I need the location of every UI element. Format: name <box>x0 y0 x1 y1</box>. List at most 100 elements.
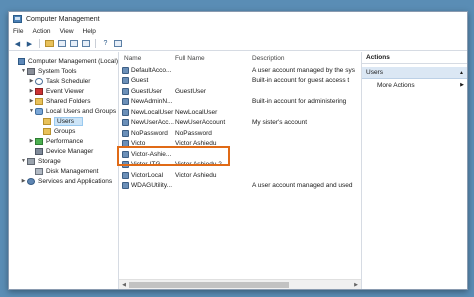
users-list: DefaultAcco... A user account managed by … <box>119 65 361 191</box>
user-name: Guest <box>131 77 149 85</box>
tree-item-label: Performance <box>46 137 84 145</box>
tree-item-label: Users <box>54 116 83 126</box>
expanded-arrow-icon[interactable]: ▼ <box>28 108 35 114</box>
toolbar-separator <box>95 39 96 48</box>
users-list-pane: Name Full Name Description DefaultAcco..… <box>117 52 362 289</box>
menu-help[interactable]: Help <box>83 28 96 35</box>
more-actions-item[interactable]: More Actions ▶ <box>362 79 467 91</box>
export-list-icon[interactable] <box>81 40 90 47</box>
perf-icon <box>35 137 43 145</box>
horizontal-scrollbar[interactable]: ◀ ▶ <box>119 279 361 289</box>
tree-item[interactable]: ▶ Task Scheduler <box>9 76 118 86</box>
folder-icon <box>35 97 43 105</box>
column-header-description[interactable]: Description <box>252 55 370 62</box>
users-icon <box>35 107 43 115</box>
user-row[interactable]: NewLocalUser NewLocalUser <box>119 107 361 118</box>
scroll-right-icon[interactable]: ▶ <box>351 280 361 290</box>
collapsed-arrow-icon[interactable]: ▶ <box>28 98 35 104</box>
column-header-name[interactable]: Name <box>124 55 179 62</box>
user-row[interactable]: NewAdminN... Built-in account for adminis… <box>119 97 361 108</box>
user-icon <box>122 87 129 95</box>
collapsed-arrow-icon[interactable]: ▶ <box>28 88 35 94</box>
user-row[interactable]: Victo Victor Ashiedu <box>119 139 361 150</box>
tree-item-label: System Tools <box>38 67 77 75</box>
tree-item[interactable]: Users <box>9 116 118 126</box>
toolbar-separator <box>39 39 40 48</box>
user-row[interactable]: DefaultAcco... A user account managed by … <box>119 65 361 76</box>
user-name: Victor-Ashie... <box>131 150 172 158</box>
tree-item-label: Local Users and Groups <box>46 107 117 115</box>
user-name: Victo <box>131 140 146 148</box>
tree-item-label: Disk Management <box>46 167 99 175</box>
user-icon <box>122 98 129 106</box>
show-hide-tree-icon[interactable] <box>57 40 66 47</box>
expanded-arrow-icon[interactable]: ▼ <box>20 158 27 164</box>
user-icon <box>122 66 129 74</box>
user-description: A user account managed and used <box>252 182 353 190</box>
collapsed-arrow-icon[interactable]: ▶ <box>20 178 27 184</box>
user-icon <box>122 171 129 179</box>
scroll-thumb[interactable] <box>129 281 289 288</box>
tree-item[interactable]: Disk Management <box>9 166 118 176</box>
user-row[interactable]: Guest Built-in account for guest access t <box>119 76 361 87</box>
user-icon <box>122 150 129 158</box>
tree-item[interactable]: ▶ Shared Folders <box>9 96 118 106</box>
help-icon[interactable]: ? <box>101 39 110 48</box>
tree-item[interactable]: Groups <box>9 126 118 136</box>
chevron-right-icon: ▶ <box>460 82 464 88</box>
tree-item[interactable]: ▼ Storage <box>9 156 118 166</box>
user-full-name: GuestUser <box>175 87 207 95</box>
user-name: Victor-ITG <box>131 161 161 169</box>
user-description: Built-in account for administering <box>252 98 347 106</box>
user-name: GuestUser <box>131 87 163 95</box>
user-icon <box>122 182 129 190</box>
collapsed-arrow-icon[interactable]: ▶ <box>28 138 35 144</box>
menu-action[interactable]: Action <box>32 28 50 35</box>
toolbar: ◀ ▶ ? <box>9 37 467 51</box>
user-row[interactable]: VictorLocal Victor Ashiedu <box>119 170 361 181</box>
expanded-arrow-icon[interactable]: ▼ <box>20 68 27 74</box>
user-row[interactable]: Victor-ITG Victor Ashiedu 2 <box>119 160 361 171</box>
tree-item[interactable]: Device Manager <box>9 146 118 156</box>
more-actions-label: More Actions <box>377 81 415 89</box>
main-area: Computer Management (Local) ▼ System Tools… <box>9 52 467 289</box>
device-icon <box>35 147 43 155</box>
actions-section-users[interactable]: Users ▲ <box>362 67 467 79</box>
chevron-up-icon[interactable]: ▲ <box>459 70 464 76</box>
user-name: VictorLocal <box>131 171 164 179</box>
user-icon <box>122 161 129 169</box>
tree-item[interactable]: Computer Management (Local) <box>9 56 118 66</box>
refresh-icon[interactable] <box>69 40 78 47</box>
user-icon <box>122 140 129 148</box>
folder-icon <box>43 127 51 135</box>
forward-arrow-icon[interactable]: ▶ <box>25 39 34 48</box>
menu-bar: File Action View Help <box>9 26 467 37</box>
user-row[interactable]: NewUserAcc... NewUserAccount My sister's a… <box>119 118 361 129</box>
menu-view[interactable]: View <box>60 28 74 35</box>
user-full-name: NoPassword <box>175 129 212 137</box>
user-row[interactable]: Victor-Ashie... <box>119 149 361 160</box>
list-header: Name Full Name Description <box>119 52 361 65</box>
column-header-full-name[interactable]: Full Name <box>175 55 250 62</box>
collapsed-arrow-icon[interactable]: ▶ <box>28 78 35 84</box>
tree-item-label: Storage <box>38 157 61 165</box>
tree-item[interactable]: ▼ System Tools <box>9 66 118 76</box>
user-row[interactable]: NoPassword NoPassword <box>119 128 361 139</box>
tree-item[interactable]: ▶ Performance <box>9 136 118 146</box>
user-row[interactable]: WDAGUtility... A user account managed and… <box>119 181 361 192</box>
tools-icon <box>27 67 35 75</box>
tree-item[interactable]: ▶ Event Viewer <box>9 86 118 96</box>
computer-management-window: Computer Management File Action View Hel… <box>8 11 468 290</box>
scroll-left-icon[interactable]: ◀ <box>119 280 129 290</box>
folder-icon <box>43 117 51 125</box>
user-row[interactable]: GuestUser GuestUser <box>119 86 361 97</box>
tree-item[interactable]: ▼ Local Users and Groups <box>9 106 118 116</box>
properties-icon[interactable] <box>113 40 122 47</box>
actions-pane: Actions Users ▲ More Actions ▶ <box>362 52 467 289</box>
pc-icon <box>17 57 26 65</box>
menu-file[interactable]: File <box>13 28 23 35</box>
up-folder-icon[interactable] <box>45 40 54 47</box>
user-name: NoPassword <box>131 129 168 137</box>
back-arrow-icon[interactable]: ◀ <box>13 39 22 48</box>
tree-item[interactable]: ▶ Services and Applications <box>9 176 118 186</box>
